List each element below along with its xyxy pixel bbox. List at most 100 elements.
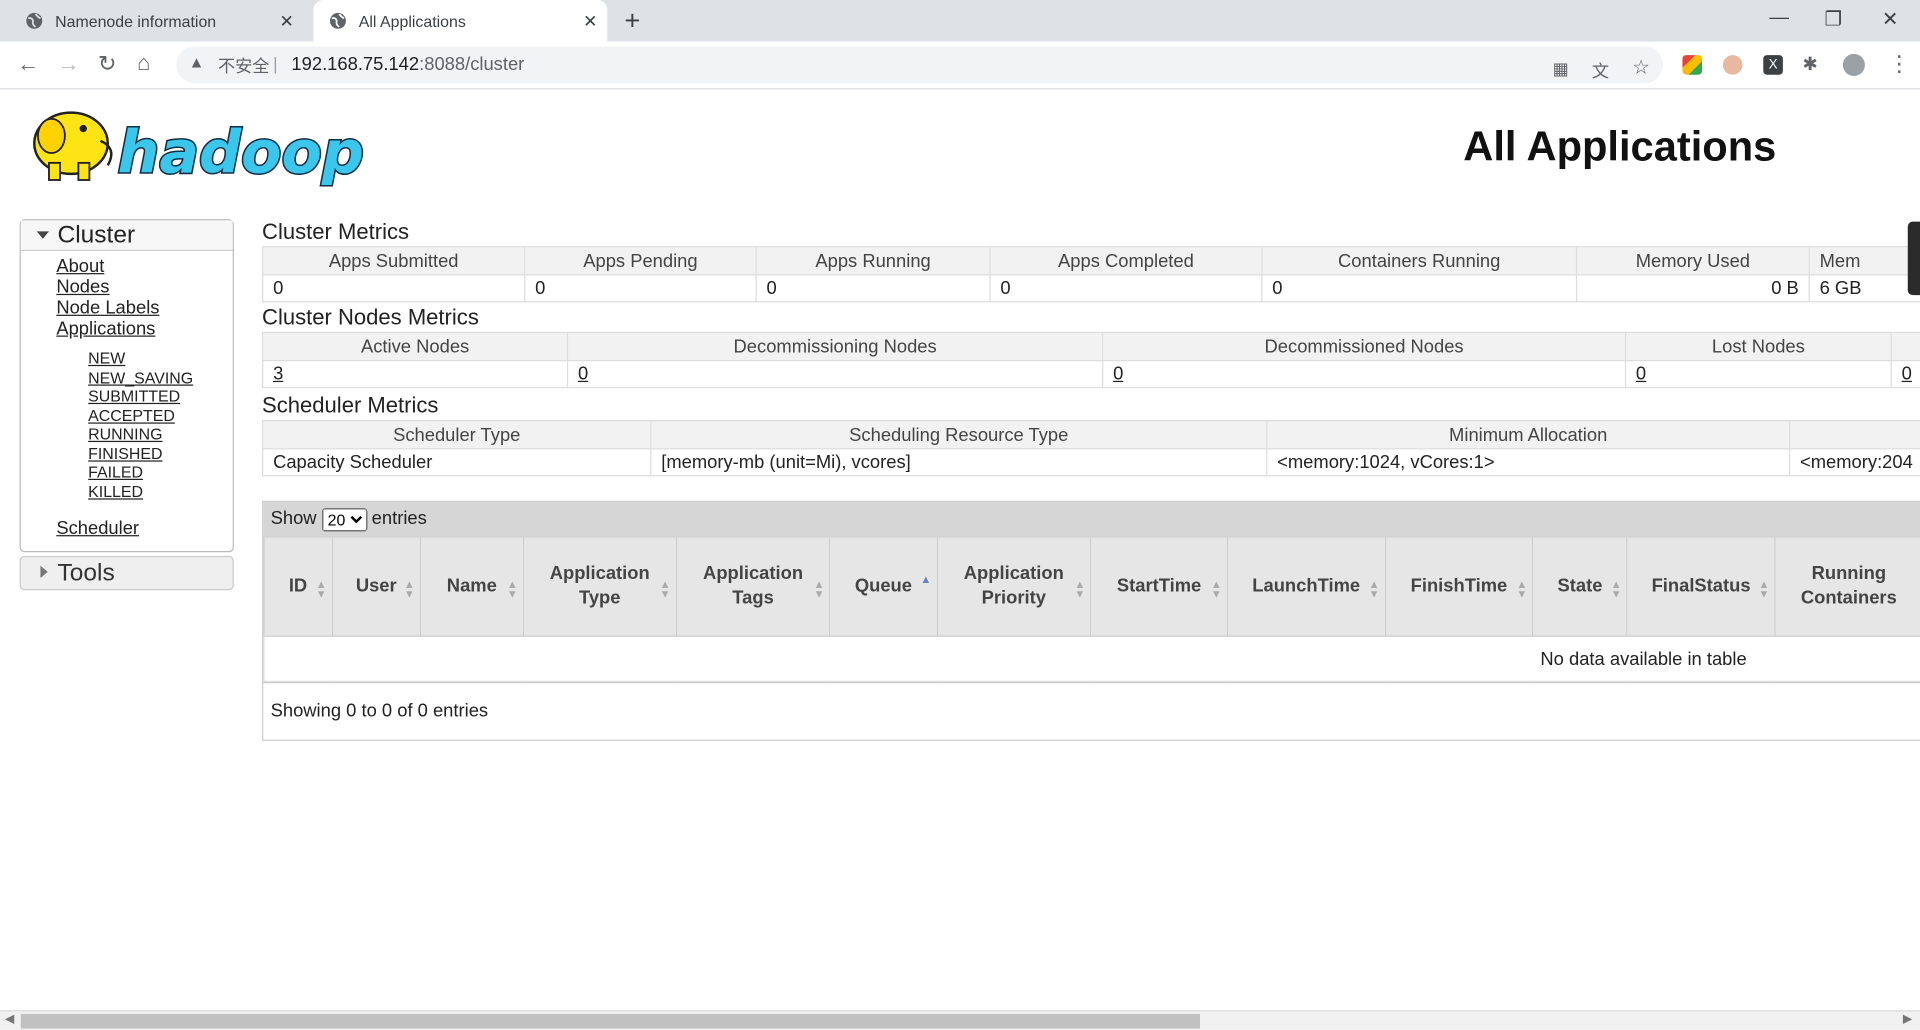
link-state-new-saving[interactable]: NEW_SAVING	[88, 368, 232, 387]
column-application-type[interactable]: Application Type ▲ ▼	[522, 536, 677, 637]
color-extension-icon[interactable]	[1682, 55, 1703, 75]
column-user[interactable]: User ▲ ▼	[331, 536, 421, 637]
close-tab-icon[interactable]: ✕	[280, 10, 294, 31]
window-close-icon[interactable]: ✕	[1882, 7, 1898, 31]
link-applications[interactable]: Applications	[56, 318, 232, 339]
link-nodes[interactable]: Nodes	[56, 277, 232, 298]
globe-icon	[26, 12, 43, 29]
show-label: Show	[270, 508, 317, 529]
horizontal-scrollbar[interactable]: ◀ ▶	[0, 1010, 1920, 1030]
cluster-section: Cluster About Nodes Node Labels Applicat…	[19, 219, 234, 553]
link-about[interactable]: About	[56, 256, 232, 277]
link-state-failed[interactable]: FAILED	[88, 463, 232, 482]
sort-icon: ▲ ▼	[813, 577, 825, 601]
link-state-accepted[interactable]: ACCEPTED	[88, 406, 232, 425]
cluster-section-label: Cluster	[57, 221, 136, 249]
header-minimum-allocation: Minimum Allocation	[1266, 420, 1791, 450]
column-final-status[interactable]: FinalStatus ▲ ▼	[1626, 536, 1776, 637]
value-scheduling-resource-type: [memory-mb (unit=Mi), vcores]	[650, 448, 1268, 477]
sort-icon: ▲ ▼	[1758, 577, 1770, 601]
value-memory-total: 6 GB	[1808, 274, 1920, 303]
translate-icon[interactable]: 文	[1592, 59, 1609, 83]
table-summary: Showing 0 to 0 of 0 entries	[263, 682, 1920, 738]
application-state-links: NEW NEW_SAVING SUBMITTED ACCEPTED RUNNIN…	[56, 339, 232, 510]
scroll-left-icon[interactable]: ◀	[5, 1013, 14, 1026]
column-label: Application Priority	[963, 563, 1064, 609]
cluster-section-header[interactable]: Cluster	[20, 220, 233, 252]
header-decommissioning-nodes: Decommissioning Nodes	[566, 331, 1104, 362]
scheduler-metrics-title: Scheduler Metrics	[262, 393, 439, 418]
home-icon[interactable]: ⌂	[137, 50, 150, 76]
header-maximum-allocation	[1788, 420, 1920, 450]
url-host: 192.168.75.142	[291, 53, 420, 75]
value-decommissioned-nodes[interactable]: 0	[1113, 364, 1123, 385]
link-state-finished[interactable]: FINISHED	[88, 444, 232, 463]
menu-kebab-icon[interactable]: ⋮	[1888, 51, 1910, 77]
tools-section-label: Tools	[57, 559, 115, 587]
value-active-nodes[interactable]: 3	[273, 364, 283, 385]
monkey-extension-icon[interactable]	[1722, 55, 1743, 75]
hadoop-logo: hadoop	[33, 111, 365, 188]
value-lost-nodes[interactable]: 0	[1636, 364, 1646, 385]
profile-avatar-icon[interactable]	[1842, 53, 1865, 76]
x-extension-icon[interactable]: X	[1763, 55, 1783, 75]
forward-icon[interactable]: →	[58, 51, 80, 77]
sort-icon: ▲ ▼	[1610, 577, 1622, 601]
restore-icon[interactable]: ❐	[1825, 7, 1843, 31]
header-memory-total: Mem	[1808, 246, 1920, 276]
link-state-new[interactable]: NEW	[88, 349, 232, 368]
page-size-select[interactable]: 20	[321, 507, 367, 531]
value-unhealthy-nodes[interactable]: 0	[1902, 364, 1912, 385]
column-finish-time[interactable]: FinishTime ▲ ▼	[1384, 536, 1534, 637]
column-application-priority[interactable]: Application Priority ▲ ▼	[936, 536, 1092, 637]
applications-panel: Show 20 entries ID ▲ ▼ User ▲ ▼ Name ▲ ▼ Appli…	[262, 500, 1920, 741]
column-label: ID	[288, 575, 308, 597]
bookmark-star-icon[interactable]: ☆	[1632, 55, 1650, 79]
reload-icon[interactable]: ↻	[98, 51, 116, 77]
tab-namenode-information[interactable]: Namenode information ✕	[10, 0, 304, 42]
link-state-killed[interactable]: KILLED	[88, 482, 232, 501]
new-tab-icon[interactable]: +	[624, 5, 640, 37]
url-bar[interactable]: ▲ 不安全 | 192.168.75.142:8088/cluster ▦ 文 …	[176, 46, 1663, 84]
tab-all-applications[interactable]: All Applications ✕	[313, 0, 608, 42]
side-panel-handle[interactable]	[1907, 221, 1920, 296]
column-queue[interactable]: Queue ▲	[829, 536, 938, 637]
column-label: StartTime	[1116, 575, 1202, 597]
column-running-containers[interactable]: Running Containers	[1774, 536, 1920, 637]
sidebar-nav: Cluster About Nodes Node Labels Applicat…	[19, 219, 234, 591]
qr-code-icon[interactable]: ▦	[1553, 59, 1569, 80]
node-metrics-title: Cluster Nodes Metrics	[262, 304, 479, 330]
column-name[interactable]: Name ▲ ▼	[419, 536, 524, 637]
scroll-right-icon[interactable]: ▶	[1903, 1013, 1912, 1026]
link-state-running[interactable]: RUNNING	[88, 425, 232, 444]
minimize-icon[interactable]: —	[1769, 7, 1789, 29]
column-label: Name	[446, 575, 497, 597]
applications-table: ID ▲ ▼ User ▲ ▼ Name ▲ ▼ Application Type ▲ ▼ Ap…	[263, 536, 1920, 683]
header-apps-submitted: Apps Submitted	[262, 246, 526, 276]
extensions-puzzle-icon[interactable]: ✱	[1802, 53, 1817, 75]
scheduler-metrics-table: Scheduler Type Scheduling Resource Type …	[262, 420, 1920, 477]
column-label: Application Tags	[703, 563, 804, 609]
header-containers-running: Containers Running	[1261, 246, 1578, 276]
value-scheduler-type: Capacity Scheduler	[262, 448, 652, 477]
url-path: :8088/cluster	[419, 53, 525, 75]
link-state-submitted[interactable]: SUBMITTED	[88, 387, 232, 406]
column-start-time[interactable]: StartTime ▲ ▼	[1090, 536, 1228, 637]
column-id[interactable]: ID ▲ ▼	[263, 536, 333, 637]
link-scheduler[interactable]: Scheduler	[56, 518, 232, 539]
address-toolbar: ← → ↻ ⌂ ▲ 不安全 | 192.168.75.142:8088/clus…	[0, 41, 1920, 90]
close-tab-icon[interactable]: ✕	[583, 10, 597, 31]
column-application-tags[interactable]: Application Tags ▲ ▼	[675, 536, 831, 637]
value-memory-used: 0 B	[1575, 274, 1810, 303]
back-icon[interactable]: ←	[17, 51, 39, 77]
tools-section-header[interactable]: Tools	[19, 555, 234, 591]
url-text[interactable]: 192.168.75.142:8088/cluster	[291, 54, 524, 75]
column-launch-time[interactable]: LaunchTime ▲ ▼	[1226, 536, 1386, 637]
value-decommissioning-nodes[interactable]: 0	[578, 364, 588, 385]
link-node-labels[interactable]: Node Labels	[56, 298, 232, 319]
scrollbar-thumb[interactable]	[20, 1013, 1201, 1029]
column-label: Running Containers	[1800, 563, 1897, 609]
column-state[interactable]: State ▲ ▼	[1532, 536, 1628, 637]
header-scheduling-resource-type: Scheduling Resource Type	[650, 420, 1268, 450]
header-scheduler-type: Scheduler Type	[262, 420, 652, 450]
